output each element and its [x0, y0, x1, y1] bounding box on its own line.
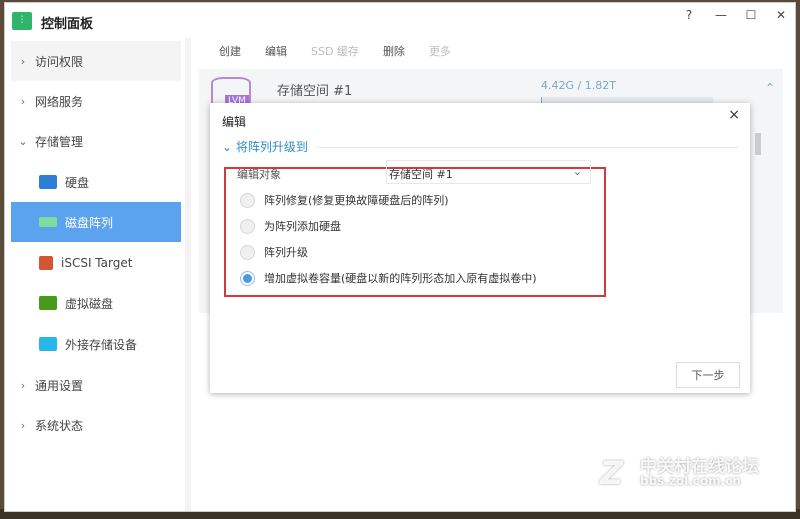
- sidebar-item-raid[interactable]: 磁盘阵列: [11, 202, 181, 242]
- collapse-chevron-icon[interactable]: ⌃: [765, 81, 775, 95]
- help-button[interactable]: ?: [679, 8, 699, 22]
- chevron-right-icon: ›: [20, 418, 26, 432]
- sidebar-item-label: 通用设置: [35, 378, 84, 393]
- sidebar-item-label: 虚拟磁盘: [65, 296, 114, 311]
- sidebar-item-label: 磁盘阵列: [65, 215, 114, 230]
- edit-dialog: 编辑 × ⌄ 将阵列升级到 编辑对象 存储空间 #1 ⌄ 阵列修复(修复更换故障硬…: [210, 103, 750, 393]
- sidebar-item-label: 系统状态: [35, 418, 84, 433]
- radio-button[interactable]: [240, 218, 255, 234]
- sidebar-item-storage[interactable]: ⌄ 存储管理: [11, 121, 181, 161]
- close-icon[interactable]: ×: [728, 107, 740, 123]
- option-array-upgrade[interactable]: 阵列升级: [240, 244, 308, 260]
- window-title: 控制面板: [41, 17, 94, 32]
- sidebar-item-label: 网络服务: [35, 94, 84, 109]
- section-divider: [318, 147, 738, 148]
- storage-pool-name: 存储空间 #1: [277, 84, 353, 99]
- radio-button[interactable]: [240, 192, 255, 208]
- radio-button[interactable]: [240, 244, 255, 260]
- dialog-title: 编辑: [222, 115, 247, 129]
- section-title: 将阵列升级到: [235, 140, 308, 154]
- target-label: 编辑对象: [237, 168, 281, 181]
- option-label: 阵列升级: [264, 246, 308, 259]
- virtual-disk-icon: [39, 296, 57, 310]
- hard-disk-icon: [39, 175, 57, 189]
- minimize-button[interactable]: —: [711, 8, 731, 22]
- chevron-down-icon: ⌄: [222, 140, 236, 154]
- sidebar-item-label: 外接存储设备: [65, 337, 138, 352]
- sidebar-item-external-storage[interactable]: 外接存储设备: [11, 324, 181, 364]
- sidebar-item-virtual-disk[interactable]: 虚拟磁盘: [11, 283, 181, 323]
- delete-button[interactable]: 删除: [383, 43, 405, 59]
- sidebar-item-access[interactable]: › 访问权限: [11, 41, 181, 81]
- option-array-repair[interactable]: 阵列修复(修复更换故障硬盘后的阵列): [240, 192, 449, 208]
- next-button[interactable]: 下一步: [676, 362, 740, 388]
- external-storage-icon: [39, 337, 57, 351]
- capacity-text: 4.42G / 1.82T: [541, 79, 616, 92]
- sidebar-item-label: 存储管理: [35, 134, 84, 149]
- option-label: 为阵列添加硬盘: [264, 220, 341, 233]
- maximize-button[interactable]: ☐: [741, 8, 761, 22]
- sidebar-item-disks[interactable]: 硬盘: [11, 162, 181, 202]
- option-expand-volume[interactable]: 增加虚拟卷容量(硬盘以新的阵列形态加入原有虚拟卷中): [240, 270, 537, 286]
- ssd-cache-button[interactable]: SSD 缓存: [311, 43, 359, 59]
- chevron-right-icon: ›: [20, 94, 26, 108]
- scrollbar[interactable]: [755, 133, 761, 155]
- close-window-button[interactable]: ✕: [771, 8, 791, 22]
- sidebar-item-network[interactable]: › 网络服务: [11, 81, 181, 121]
- option-add-disk[interactable]: 为阵列添加硬盘: [240, 218, 341, 234]
- iscsi-icon: [39, 256, 53, 270]
- sidebar-item-label: iSCSI Target: [61, 256, 133, 270]
- section-header[interactable]: ⌄ 将阵列升级到: [222, 138, 308, 155]
- sidebar-item-general[interactable]: › 通用设置: [11, 365, 181, 405]
- watermark-url: bbs.zol.com.cn: [640, 474, 741, 488]
- chevron-right-icon: ›: [20, 54, 26, 68]
- target-select-value: 存储空间 #1: [389, 168, 453, 181]
- more-button[interactable]: 更多: [429, 43, 451, 59]
- chevron-down-icon: ⌄: [18, 134, 28, 148]
- toolbar: 创建 编辑 SSD 缓存 删除 更多: [219, 43, 475, 59]
- watermark-logo-icon: Z: [600, 454, 624, 492]
- sidebar-item-iscsi[interactable]: iSCSI Target: [11, 243, 181, 283]
- sidebar-divider: [185, 38, 191, 511]
- target-select[interactable]: 存储空间 #1 ⌄: [386, 160, 591, 184]
- control-panel-logo-icon: ⫶: [12, 12, 32, 30]
- title-bar: ⫶ 控制面板 ? — ☐ ✕: [5, 3, 795, 37]
- create-button[interactable]: 创建: [219, 43, 241, 59]
- chevron-right-icon: ›: [20, 378, 26, 392]
- option-label: 增加虚拟卷容量(硬盘以新的阵列形态加入原有虚拟卷中): [264, 272, 537, 285]
- disk-array-icon: [39, 217, 57, 227]
- radio-button-selected[interactable]: [240, 270, 255, 286]
- edit-button[interactable]: 编辑: [265, 43, 287, 59]
- sidebar-item-status[interactable]: › 系统状态: [11, 405, 181, 445]
- chevron-down-icon: ⌄: [572, 165, 582, 178]
- option-label: 阵列修复(修复更换故障硬盘后的阵列): [264, 194, 449, 207]
- sidebar: › 访问权限 › 网络服务 ⌄ 存储管理 硬盘 磁盘阵列 iSCSI Target 虚…: [11, 38, 187, 511]
- sidebar-item-label: 访问权限: [35, 54, 84, 69]
- sidebar-item-label: 硬盘: [65, 175, 90, 190]
